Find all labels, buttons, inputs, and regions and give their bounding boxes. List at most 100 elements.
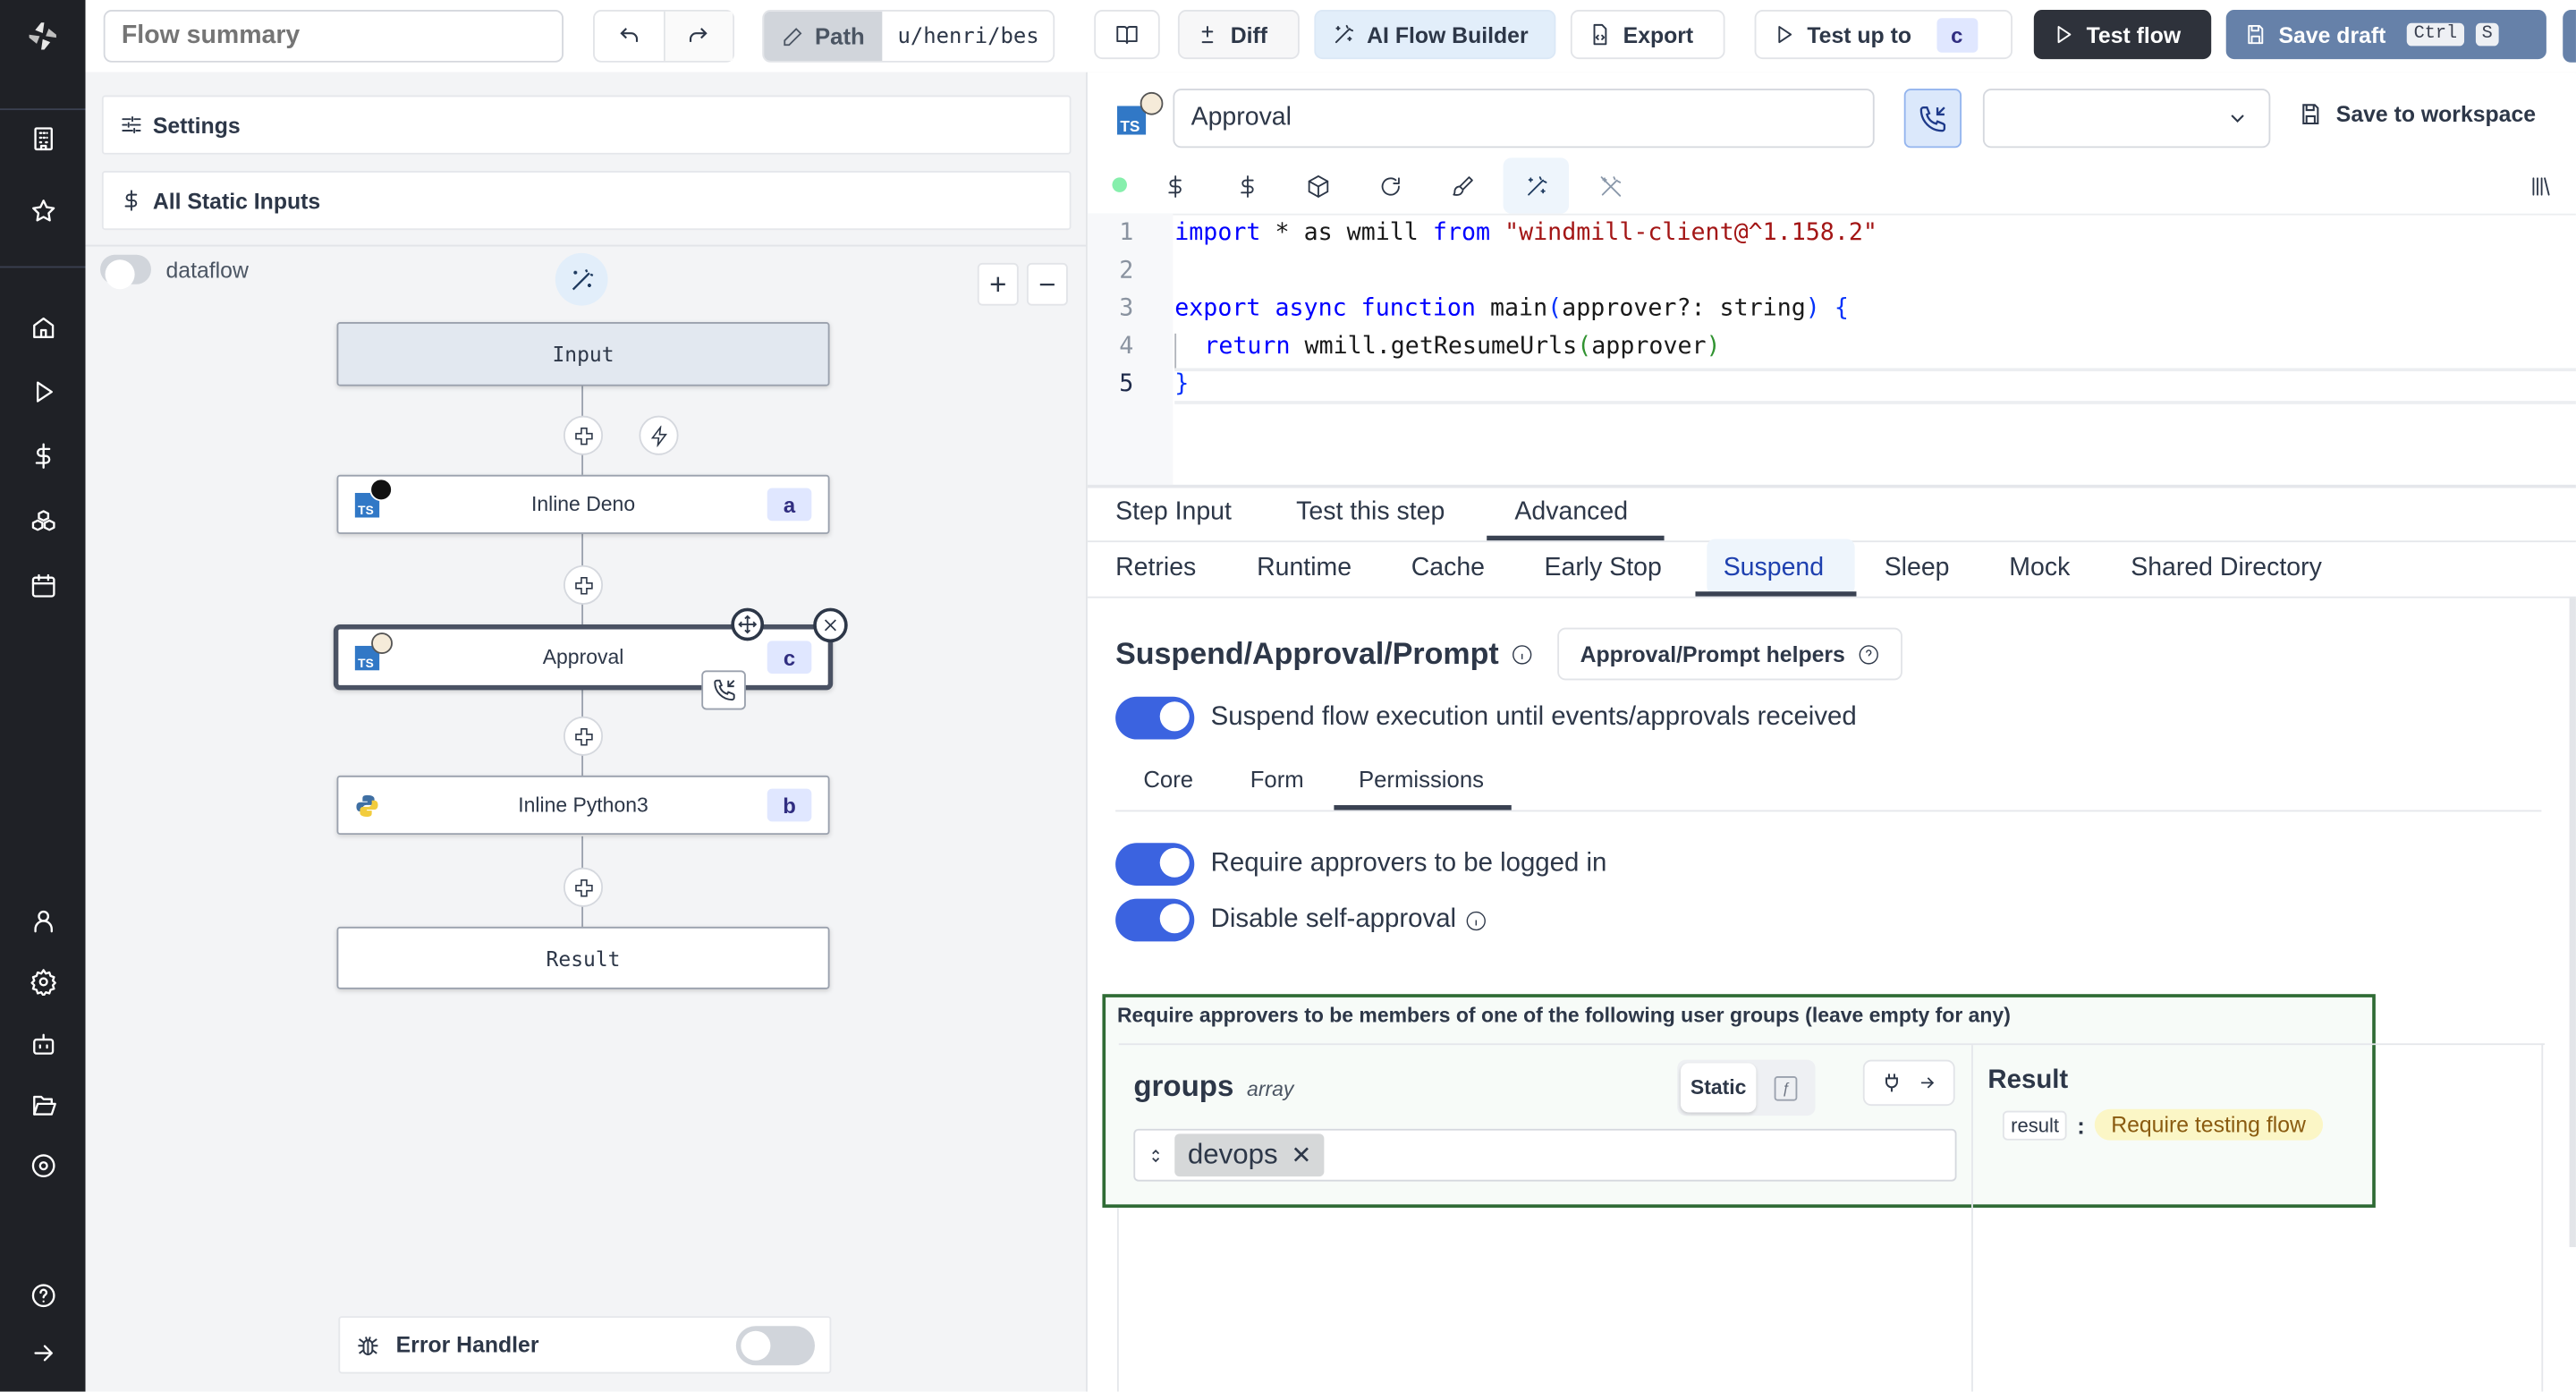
diff-button[interactable]: Diff — [1177, 10, 1300, 60]
approval-helpers-button[interactable]: Approval/Prompt helpers — [1557, 627, 1902, 681]
static-mode-button[interactable]: Static — [1680, 1063, 1757, 1113]
export-button[interactable]: Export — [1570, 10, 1725, 60]
tab-retries[interactable]: Retries — [1115, 554, 1196, 583]
add-variable-button[interactable] — [1157, 167, 1192, 203]
tab-runtime[interactable]: Runtime — [1257, 554, 1352, 583]
eye-icon[interactable] — [23, 1145, 63, 1184]
save-to-workspace-button[interactable]: Save to workspace — [2299, 101, 2537, 127]
subtab-core[interactable]: Core — [1143, 766, 1193, 792]
remove-chip-button[interactable]: ✕ — [1291, 1141, 1311, 1170]
reset-button[interactable] — [1372, 167, 1408, 203]
suspend-title: Suspend/Approval/Prompt — [1115, 635, 1499, 671]
info-icon[interactable] — [1466, 910, 1487, 931]
tab-test-this-step[interactable]: Test this step — [1296, 498, 1445, 528]
boxes-icon[interactable] — [23, 501, 63, 540]
step-summary-input[interactable] — [1173, 89, 1875, 149]
undo-button[interactable] — [595, 11, 665, 61]
add-resource-button[interactable] — [1229, 167, 1265, 203]
suspend-toggle[interactable] — [1115, 696, 1195, 740]
path-field[interactable]: Path u/henri/bes — [762, 10, 1055, 63]
require-logged-in-toggle[interactable] — [1115, 843, 1195, 886]
tab-suspend[interactable]: Suspend — [1724, 554, 1824, 583]
add-step-button[interactable] — [563, 415, 604, 455]
error-handler-label: Error Handler — [395, 1332, 539, 1358]
test-up-to-button[interactable]: Test up to c — [1754, 10, 2012, 60]
flow-node-inline-deno[interactable]: TS Inline Deno a — [336, 474, 830, 534]
flow-node-inline-python3[interactable]: Inline Python3 b — [336, 775, 830, 836]
code-editor[interactable]: 1 2 3 4 5 import * as wmill from "windmi… — [1087, 213, 2576, 485]
folder-open-icon[interactable] — [23, 1084, 63, 1124]
zoom-in-button[interactable]: + — [977, 262, 1019, 306]
play-icon[interactable] — [23, 371, 63, 411]
docs-button[interactable] — [1094, 10, 1160, 60]
flow-node-result[interactable]: Result — [336, 926, 830, 989]
ai-gen-button[interactable] — [1503, 157, 1570, 214]
tab-advanced[interactable]: Advanced — [1514, 498, 1628, 528]
dataflow-toggle[interactable] — [100, 254, 151, 290]
add-step-button[interactable] — [563, 564, 604, 605]
redo-button[interactable] — [664, 11, 733, 61]
save-to-workspace-label: Save to workspace — [2335, 101, 2537, 127]
tab-cache[interactable]: Cache — [1411, 554, 1485, 583]
svg-text:TS: TS — [1120, 117, 1140, 134]
ai-flow-builder-button[interactable]: AI Flow Builder — [1314, 10, 1556, 60]
test-up-to-step-badge[interactable]: c — [1936, 17, 1978, 52]
add-step-button[interactable] — [563, 716, 604, 756]
tab-early-stop[interactable]: Early Stop — [1544, 554, 1661, 583]
add-trigger-button[interactable] — [639, 415, 679, 455]
save-icon — [2302, 104, 2319, 125]
bot-icon[interactable] — [23, 1023, 63, 1063]
ai-builder-label: AI Flow Builder — [1367, 21, 1529, 47]
windmill-logo-icon[interactable] — [21, 15, 64, 58]
building-icon[interactable] — [23, 118, 63, 157]
add-step-button[interactable] — [563, 867, 604, 907]
ai-fix-button[interactable] — [1592, 167, 1628, 203]
all-static-inputs-card[interactable]: All Static Inputs — [101, 171, 1072, 231]
subtab-permissions[interactable]: Permissions — [1359, 766, 1484, 792]
help-icon[interactable] — [23, 1275, 63, 1314]
tab-shared-directory[interactable]: Shared Directory — [2131, 554, 2322, 583]
code-line: import * as wmill from "windmill-client@… — [1174, 220, 1877, 247]
subtab-form[interactable]: Form — [1250, 766, 1304, 792]
save-draft-button[interactable]: Save draft Ctrl S — [2225, 10, 2546, 60]
flow-node-input[interactable]: Input — [336, 321, 830, 386]
ai-graph-button[interactable] — [555, 252, 608, 306]
dollar-icon[interactable] — [23, 436, 63, 475]
path-value[interactable]: u/henri/bes — [883, 12, 1054, 61]
move-step-button[interactable] — [731, 607, 765, 641]
calendar-icon[interactable] — [23, 565, 63, 605]
line-number: 2 — [1119, 258, 1134, 284]
tag-select[interactable] — [1982, 89, 2271, 149]
scrollbar[interactable] — [2569, 598, 2576, 1248]
groups-multiselect[interactable]: devops ✕ — [1133, 1128, 1957, 1182]
line-number: 4 — [1119, 333, 1134, 361]
tab-mock[interactable]: Mock — [2009, 554, 2070, 583]
top-toolbar: Path u/henri/bes Diff AI Flow Builder Ex… — [85, 0, 2576, 74]
format-button[interactable] — [1444, 167, 1479, 203]
gear-icon[interactable] — [23, 961, 63, 1000]
info-icon[interactable] — [1512, 643, 1533, 665]
delete-step-button[interactable] — [813, 607, 848, 643]
deploy-button-partial[interactable] — [2563, 10, 2576, 63]
flow-summary-input[interactable] — [103, 10, 564, 63]
disable-self-approval-toggle[interactable] — [1115, 898, 1195, 942]
error-handler-toggle[interactable] — [735, 1326, 816, 1366]
settings-card[interactable]: Settings — [101, 95, 1072, 155]
resource-type-button[interactable] — [1300, 167, 1335, 203]
tab-sleep[interactable]: Sleep — [1885, 554, 1950, 583]
zoom-out-button[interactable]: − — [1026, 262, 1068, 306]
test-flow-button[interactable]: Test flow — [2033, 10, 2212, 60]
magic-wand-icon — [1527, 175, 1546, 195]
error-handler-card[interactable]: Error Handler — [338, 1316, 832, 1374]
user-icon[interactable] — [23, 901, 63, 940]
arrow-right-icon[interactable] — [23, 1333, 63, 1372]
home-icon[interactable] — [23, 307, 63, 346]
star-icon[interactable] — [23, 191, 63, 230]
tab-step-input[interactable]: Step Input — [1115, 498, 1232, 528]
javascript-mode-button[interactable]: ƒ — [1774, 1076, 1798, 1101]
save-icon — [2248, 24, 2264, 45]
suspend-mode-button[interactable] — [1903, 89, 1962, 149]
connect-input-button[interactable] — [1862, 1059, 1955, 1107]
suspend-indicator[interactable] — [701, 670, 746, 710]
library-button[interactable] — [2521, 167, 2557, 203]
